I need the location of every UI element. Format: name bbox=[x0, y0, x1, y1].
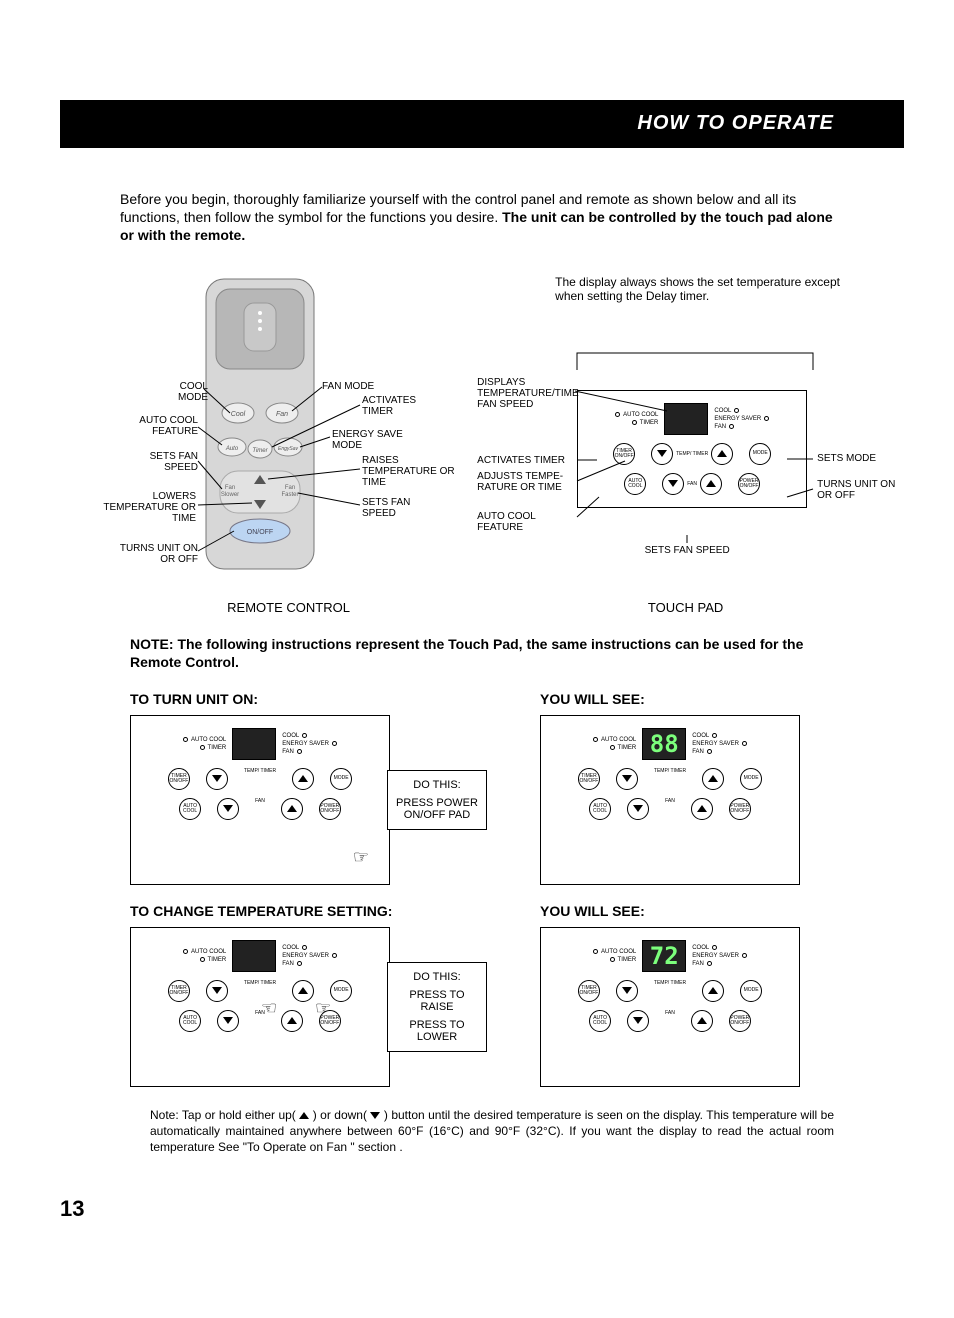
pointing-hand-icon: ☞ bbox=[353, 847, 369, 868]
touchpad-diagram: The display always shows the set tempera… bbox=[477, 275, 894, 595]
intro-paragraph: Before you begin, thoroughly familiarize… bbox=[120, 190, 834, 245]
up-arrow-icon bbox=[299, 1112, 309, 1119]
do-body: PRESS POWER ON/OFF PAD bbox=[394, 797, 480, 821]
header-bar-end-curve bbox=[828, 100, 876, 148]
do-title: DO THIS: bbox=[394, 779, 480, 791]
btn-fan-down bbox=[217, 798, 239, 820]
remote-caption: REMOTE CONTROL bbox=[100, 600, 477, 615]
btn-power: POWER ON/OFF bbox=[319, 798, 341, 820]
note-sentence: NOTE: The following instructions represe… bbox=[130, 635, 834, 671]
btn-auto-cool: AUTO COOL bbox=[179, 798, 201, 820]
sec1-do-box: DO THIS: PRESS POWER ON/OFF PAD bbox=[387, 770, 487, 830]
sec2-left-panel: AUTO COOL TIMER COOL ENERGY SAVER FAN TI… bbox=[130, 927, 390, 1087]
touchpad-caption: TOUCH PAD bbox=[477, 600, 894, 615]
sec1-right-head: YOU WILL SEE: bbox=[540, 691, 834, 707]
btn-timer-onoff: TIMER ON/OFF bbox=[168, 768, 190, 790]
lcd-display bbox=[232, 940, 276, 972]
page-number: 13 bbox=[60, 1196, 84, 1222]
sec1-left-head: TO TURN UNIT ON: bbox=[130, 691, 530, 707]
sec2-right-head: YOU WILL SEE: bbox=[540, 903, 834, 919]
btn-mode: MODE bbox=[330, 768, 352, 790]
remote-diagram: Cool Fan Auto Timer EngySav Fan Slower F… bbox=[100, 275, 477, 595]
do-title: DO THIS: bbox=[394, 971, 480, 983]
lcd-display bbox=[232, 728, 276, 760]
do-line1: PRESS TO RAISE bbox=[394, 989, 480, 1013]
sec1-right-panel: AUTO COOL TIMER 88 COOL ENERGY SAVER FAN… bbox=[540, 715, 800, 885]
lcd-display-88: 88 bbox=[642, 728, 686, 760]
note-prefix: NOTE: bbox=[130, 636, 177, 652]
sec1-left-panel: AUTO COOL TIMER COOL ENERGY SAVER FAN TI… bbox=[130, 715, 390, 885]
pointing-hand-icon: ☞ bbox=[315, 998, 331, 1019]
page-title: HOW TO OPERATE bbox=[637, 112, 834, 135]
sec2-left-head: TO CHANGE TEMPERATURE SETTING: bbox=[130, 903, 530, 919]
note-body: The following instructions represent the… bbox=[130, 636, 803, 670]
footnote-mid1: ) or down( bbox=[309, 1108, 370, 1122]
sec2-right-panel: AUTO COOL TIMER 72 COOL ENERGY SAVER FAN… bbox=[540, 927, 800, 1087]
btn-fan-up bbox=[281, 798, 303, 820]
btn-temp-up bbox=[292, 768, 314, 790]
footnote: Note: Tap or hold either up( ) or down( … bbox=[150, 1107, 834, 1156]
do-line2: PRESS TO LOWER bbox=[394, 1019, 480, 1043]
lcd-display-72: 72 bbox=[642, 940, 686, 972]
down-arrow-icon bbox=[370, 1112, 380, 1119]
footnote-pre: Note: Tap or hold either up( bbox=[150, 1108, 299, 1122]
sec2-do-box: DO THIS: PRESS TO RAISE PRESS TO LOWER bbox=[387, 962, 487, 1052]
btn-temp-down bbox=[206, 768, 228, 790]
pointing-hand-icon: ☜ bbox=[261, 998, 277, 1019]
